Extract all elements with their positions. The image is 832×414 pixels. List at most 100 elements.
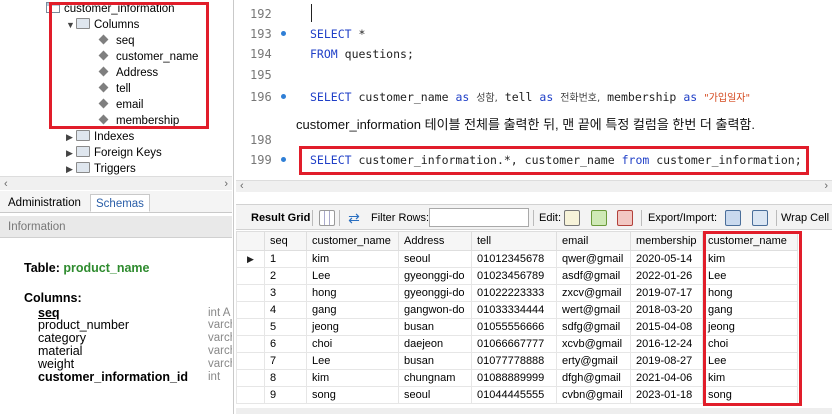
table-cell[interactable]: jeong [702, 318, 798, 336]
column-header[interactable]: seq [264, 231, 307, 251]
column-header[interactable]: tell [471, 231, 557, 251]
tree-item-foreign-keys[interactable]: ▶ Foreign Keys [66, 145, 162, 161]
table-cell[interactable]: 9 [264, 386, 307, 404]
table-cell[interactable]: jeong [306, 318, 399, 336]
chevron-down-icon[interactable]: ▼ [66, 17, 76, 33]
scroll-right-icon[interactable]: › [224, 177, 228, 191]
add-row-icon[interactable] [591, 210, 607, 226]
row-marker[interactable] [236, 386, 265, 404]
table-cell[interactable]: hong [306, 284, 399, 302]
chevron-right-icon[interactable]: ▶ [66, 145, 76, 161]
column-header[interactable]: email [556, 231, 631, 251]
refresh-icon[interactable]: ⇄ [346, 210, 362, 226]
tree-item-indexes[interactable]: ▶ Indexes [66, 129, 134, 145]
scroll-left-icon[interactable]: ‹ [240, 180, 244, 192]
table-cell[interactable]: 5 [264, 318, 307, 336]
table-cell[interactable]: busan [398, 352, 472, 370]
table-cell[interactable]: Lee [702, 267, 798, 285]
table-cell[interactable]: hong [702, 284, 798, 302]
table-cell[interactable]: choi [702, 335, 798, 353]
table-cell[interactable]: zxcv@gmail [556, 284, 631, 302]
column-header[interactable]: membership [630, 231, 703, 251]
table-cell[interactable]: Lee [702, 352, 798, 370]
table-cell[interactable]: kim [702, 250, 798, 268]
row-marker[interactable] [236, 267, 265, 285]
table-cell[interactable]: 2015-04-08 [630, 318, 703, 336]
scroll-right-icon[interactable]: › [824, 180, 828, 192]
column-header[interactable]: customer_name [702, 231, 798, 251]
row-marker[interactable] [236, 369, 265, 387]
table-row[interactable]: 2 Lee gyeonggi-do 01023456789 asdf@gmail 2022… [236, 267, 798, 285]
table-cell[interactable]: 3 [264, 284, 307, 302]
table-cell[interactable]: wert@gmail [556, 301, 631, 319]
tree-column-item[interactable]: seq [98, 33, 135, 49]
table-cell[interactable]: 01012345678 [471, 250, 557, 268]
table-row[interactable]: 9 song seoul 01044445555 cvbn@gmail 2023-01-1… [236, 386, 798, 404]
table-cell[interactable]: dfgh@gmail [556, 369, 631, 387]
table-cell[interactable]: 2021-04-06 [630, 369, 703, 387]
row-marker[interactable] [236, 318, 265, 336]
tree-item-table[interactable]: customer_information [46, 1, 175, 17]
tree-item-triggers[interactable]: ▶ Triggers [66, 161, 136, 176]
column-header[interactable]: customer_name [306, 231, 399, 251]
table-row[interactable]: 6 choi daejeon 01066667777 xcvb@gmail 2016-12… [236, 335, 798, 353]
filter-rows-input[interactable] [429, 208, 529, 227]
tab-schemas[interactable]: Schemas [90, 194, 150, 212]
table-cell[interactable]: 2018-03-20 [630, 301, 703, 319]
table-cell[interactable]: choi [306, 335, 399, 353]
table-cell[interactable]: 2016-12-24 [630, 335, 703, 353]
table-row[interactable]: 5 jeong busan 01055556666 sdfg@gmail 2015-04-… [236, 318, 798, 336]
tree-column-item[interactable]: email [98, 97, 143, 113]
table-cell[interactable]: 2020-05-14 [630, 250, 703, 268]
table-cell[interactable]: sdfg@gmail [556, 318, 631, 336]
row-marker[interactable] [236, 352, 265, 370]
table-cell[interactable]: 01022223333 [471, 284, 557, 302]
table-cell[interactable]: gyeonggi-do [398, 284, 472, 302]
table-cell[interactable]: cvbn@gmail [556, 386, 631, 404]
table-cell[interactable]: 01023456789 [471, 267, 557, 285]
table-cell[interactable]: 01088889999 [471, 369, 557, 387]
table-cell[interactable]: 2019-08-27 [630, 352, 703, 370]
tree-column-item[interactable]: membership [98, 113, 179, 129]
table-cell[interactable]: daejeon [398, 335, 472, 353]
table-cell[interactable]: asdf@gmail [556, 267, 631, 285]
tree-item-columns[interactable]: ▼ Columns [66, 17, 139, 33]
table-cell[interactable]: seoul [398, 386, 472, 404]
tab-administration[interactable]: Administration [3, 194, 86, 212]
table-cell[interactable]: song [702, 386, 798, 404]
table-cell[interactable]: 4 [264, 301, 307, 319]
chevron-right-icon[interactable]: ▶ [66, 161, 76, 176]
table-row[interactable]: 7 Lee busan 01077778888 erty@gmail 2019-08-27… [236, 352, 798, 370]
table-cell[interactable]: 2 [264, 267, 307, 285]
table-cell[interactable]: Lee [306, 267, 399, 285]
table-cell[interactable]: 7 [264, 352, 307, 370]
table-cell[interactable]: erty@gmail [556, 352, 631, 370]
table-cell[interactable]: 01055556666 [471, 318, 557, 336]
table-cell[interactable]: 2023-01-18 [630, 386, 703, 404]
tree-column-item[interactable]: customer_name [98, 49, 198, 65]
table-cell[interactable]: 6 [264, 335, 307, 353]
table-cell[interactable]: xcvb@gmail [556, 335, 631, 353]
current-row-arrow-icon[interactable]: ▶ [236, 250, 265, 268]
import-icon[interactable] [752, 210, 768, 226]
table-cell[interactable]: kim [306, 250, 399, 268]
tree-horizontal-scrollbar[interactable]: ‹ › [0, 176, 232, 190]
table-cell[interactable]: kim [306, 369, 399, 387]
table-row[interactable]: 8 kim chungnam 01088889999 dfgh@gmail 2021-04… [236, 369, 798, 387]
tree-column-item[interactable]: Address [98, 65, 158, 81]
tree-column-item[interactable]: tell [98, 81, 131, 97]
table-cell[interactable]: 2022-01-26 [630, 267, 703, 285]
result-grid-tab[interactable]: Result Grid [251, 205, 310, 231]
row-marker[interactable] [236, 301, 265, 319]
sql-editor[interactable]: 192 193 194 195 196 198 199 SELECT * FRO… [236, 0, 832, 192]
table-cell[interactable]: 01066667777 [471, 335, 557, 353]
delete-row-icon[interactable] [617, 210, 633, 226]
table-cell[interactable]: gang [702, 301, 798, 319]
result-grid[interactable]: seq customer_name Address tell email mem… [236, 231, 832, 408]
row-marker[interactable] [236, 335, 265, 353]
table-cell[interactable]: kim [702, 369, 798, 387]
table-cell[interactable]: 2019-07-17 [630, 284, 703, 302]
table-row[interactable]: 4 gang gangwon-do 01033334444 wert@gmail 2018… [236, 301, 798, 319]
table-cell[interactable]: qwer@gmail [556, 250, 631, 268]
table-cell[interactable]: gangwon-do [398, 301, 472, 319]
